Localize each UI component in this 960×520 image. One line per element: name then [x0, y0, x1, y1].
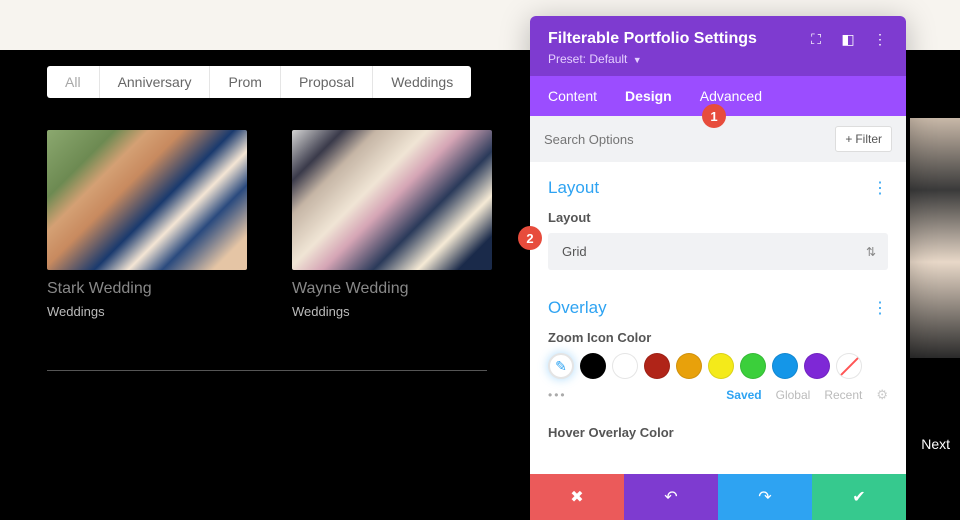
redo-button[interactable]: ↷ — [718, 474, 812, 520]
filter-tab-anniversary[interactable]: Anniversary — [100, 66, 211, 98]
layout-select[interactable]: Grid ⇅ — [548, 233, 888, 270]
portfolio-card-category: Weddings — [47, 304, 247, 319]
portfolio-filter-bar: All Anniversary Prom Proposal Weddings — [47, 66, 471, 98]
close-icon: ✖ — [570, 487, 583, 507]
background-image-peek — [910, 118, 960, 358]
section-overlay-header: Overlay ⋮ — [548, 298, 888, 318]
swatch-meta-row: ••• Saved Global Recent ⚙ — [548, 387, 888, 403]
annotation-callout-2: 2 — [518, 226, 542, 250]
undo-icon: ↶ — [664, 487, 677, 507]
portfolio-card-title: Stark Wedding — [47, 280, 247, 298]
palette-tab-recent[interactable]: Recent — [824, 388, 862, 402]
settings-panel: Filterable Portfolio Settings ⛶ ◧ ⋮ Pres… — [530, 16, 906, 520]
swatch-white[interactable] — [612, 353, 638, 379]
panel-title: Filterable Portfolio Settings — [548, 30, 757, 48]
tab-advanced[interactable]: Advanced — [686, 76, 776, 116]
divider — [47, 370, 487, 371]
select-caret-icon: ⇅ — [866, 245, 876, 259]
panel-header: Filterable Portfolio Settings ⛶ ◧ ⋮ Pres… — [530, 16, 906, 76]
swatch-red[interactable] — [644, 353, 670, 379]
filter-tab-weddings[interactable]: Weddings — [373, 66, 471, 98]
plus-icon: + — [845, 132, 852, 146]
swatch-blue[interactable] — [772, 353, 798, 379]
eyedropper-icon[interactable]: ✎ — [548, 353, 574, 379]
layout-field-label: Layout — [548, 210, 888, 225]
next-link[interactable]: Next — [921, 436, 950, 452]
kebab-menu-icon[interactable]: ⋮ — [872, 31, 888, 47]
section-layout-header: Layout ⋮ — [548, 178, 888, 198]
chevron-down-icon: ▼ — [633, 55, 642, 65]
portfolio-card-category: Weddings — [292, 304, 492, 319]
filter-tab-proposal[interactable]: Proposal — [281, 66, 373, 98]
annotation-callout-1: 1 — [702, 104, 726, 128]
gear-icon[interactable]: ⚙ — [876, 387, 888, 403]
snap-icon[interactable]: ◧ — [840, 31, 856, 47]
section-menu-icon[interactable]: ⋮ — [872, 298, 888, 318]
check-icon: ✔ — [852, 487, 865, 507]
swatch-green[interactable] — [740, 353, 766, 379]
preset-selector[interactable]: Preset: Default ▼ — [548, 52, 888, 66]
zoom-icon-color-swatches: ✎ — [548, 353, 888, 379]
redo-icon: ↷ — [758, 487, 771, 507]
portfolio-card-title: Wayne Wedding — [292, 280, 492, 298]
tab-design[interactable]: Design — [611, 76, 686, 116]
preset-label: Preset: Default — [548, 52, 627, 66]
portfolio-card[interactable]: Wayne Wedding Weddings — [292, 130, 492, 319]
portfolio-grid: Stark Wedding Weddings Wayne Wedding Wed… — [47, 130, 470, 319]
swatch-yellow[interactable] — [708, 353, 734, 379]
layout-select-value: Grid — [562, 244, 587, 259]
filter-button[interactable]: +Filter — [835, 126, 892, 152]
section-title-label: Overlay — [548, 298, 607, 318]
filter-tab-all[interactable]: All — [47, 66, 100, 98]
swatch-purple[interactable] — [804, 353, 830, 379]
undo-button[interactable]: ↶ — [624, 474, 718, 520]
panel-body: Layout ⋮ Layout Grid ⇅ Overlay ⋮ Zoom Ic… — [530, 162, 906, 474]
swatch-none[interactable] — [836, 353, 862, 379]
zoom-icon-color-label: Zoom Icon Color — [548, 330, 888, 345]
swatch-orange[interactable] — [676, 353, 702, 379]
tab-content[interactable]: Content — [548, 76, 611, 116]
panel-footer: ✖ ↶ ↷ ✔ — [530, 474, 906, 520]
save-button[interactable]: ✔ — [812, 474, 906, 520]
portfolio-thumbnail[interactable] — [47, 130, 247, 270]
portfolio-thumbnail[interactable] — [292, 130, 492, 270]
more-dots-icon[interactable]: ••• — [548, 388, 567, 402]
filter-tab-prom[interactable]: Prom — [210, 66, 280, 98]
hover-overlay-color-label: Hover Overlay Color — [548, 425, 888, 440]
portfolio-card[interactable]: Stark Wedding Weddings — [47, 130, 247, 319]
section-title-label: Layout — [548, 178, 599, 198]
expand-icon[interactable]: ⛶ — [808, 31, 824, 47]
palette-tab-saved[interactable]: Saved — [726, 388, 761, 402]
swatch-black[interactable] — [580, 353, 606, 379]
palette-tab-global[interactable]: Global — [776, 388, 811, 402]
filter-button-label: Filter — [855, 132, 882, 146]
section-menu-icon[interactable]: ⋮ — [872, 178, 888, 198]
cancel-button[interactable]: ✖ — [530, 474, 624, 520]
search-input[interactable] — [544, 132, 835, 147]
